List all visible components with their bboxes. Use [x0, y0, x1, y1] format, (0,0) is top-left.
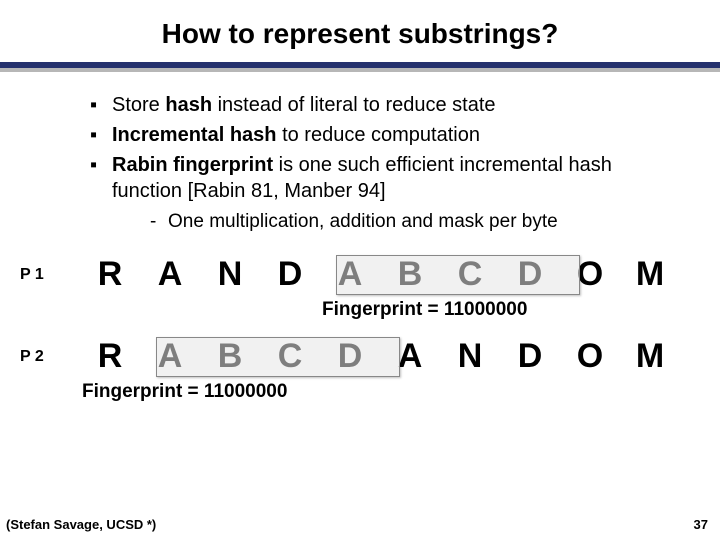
- p1-highlight-box: [336, 255, 580, 295]
- bullet-marker-icon: ▪: [90, 92, 112, 118]
- p2-highlight-box: [156, 337, 400, 377]
- bullet-2-text: Incremental hash to reduce computation: [112, 122, 480, 148]
- p1-c9: M: [620, 255, 680, 294]
- sequence-row-p1: P 1 R A N D A B C D O M: [20, 253, 720, 297]
- p2-label: P 2: [20, 348, 80, 366]
- bullet-2-post: to reduce computation: [277, 124, 480, 146]
- credit-line: (Stefan Savage, UCSD *): [6, 517, 156, 532]
- spacer: [0, 321, 720, 335]
- sub-bullet-marker: -: [150, 210, 168, 235]
- p1-c0: R: [80, 255, 140, 294]
- p2-c6: N: [440, 337, 500, 376]
- slide-title: How to represent substrings?: [0, 0, 720, 50]
- p2-c9: M: [620, 337, 680, 376]
- p2-c0: R: [80, 337, 140, 376]
- title-rule-shadow: [0, 68, 720, 72]
- bullet-marker-icon: ▪: [90, 152, 112, 204]
- slide: How to represent substrings? ▪ Store has…: [0, 0, 720, 540]
- bullet-1-pre: Store: [112, 94, 165, 116]
- p1-label: P 1: [20, 266, 80, 284]
- bullet-marker-icon: ▪: [90, 122, 112, 148]
- bullet-3: ▪ Rabin fingerprint is one such efficien…: [90, 152, 680, 204]
- bullet-1-text: Store hash instead of literal to reduce …: [112, 92, 496, 118]
- p1-c3: D: [260, 255, 320, 294]
- bullet-1: ▪ Store hash instead of literal to reduc…: [90, 92, 680, 118]
- bullet-list: ▪ Store hash instead of literal to reduc…: [90, 92, 680, 235]
- sequence-row-p2: P 2 R A B C D A N D O M: [20, 335, 720, 379]
- bullet-2: ▪ Incremental hash to reduce computation: [90, 122, 680, 148]
- sub-bullet-1: - One multiplication, addition and mask …: [150, 210, 680, 235]
- p2-c8: O: [560, 337, 620, 376]
- bullet-1-post: instead of literal to reduce state: [212, 94, 496, 116]
- fingerprint-p2: Fingerprint = 11000000: [82, 381, 720, 403]
- bullet-3-text: Rabin fingerprint is one such efficient …: [112, 152, 680, 204]
- bullet-2-bold: Incremental hash: [112, 124, 277, 146]
- bullet-1-bold: hash: [165, 94, 212, 116]
- bullet-3-bold: Rabin fingerprint: [112, 154, 273, 176]
- page-number: 37: [694, 517, 708, 532]
- fingerprint-p1: Fingerprint = 11000000: [322, 299, 720, 321]
- p1-c1: A: [140, 255, 200, 294]
- p1-c2: N: [200, 255, 260, 294]
- sequence-area: P 1 R A N D A B C D O M Fingerprint = 11…: [0, 253, 720, 403]
- p2-c7: D: [500, 337, 560, 376]
- sub-bullet-1-text: One multiplication, addition and mask pe…: [168, 210, 558, 235]
